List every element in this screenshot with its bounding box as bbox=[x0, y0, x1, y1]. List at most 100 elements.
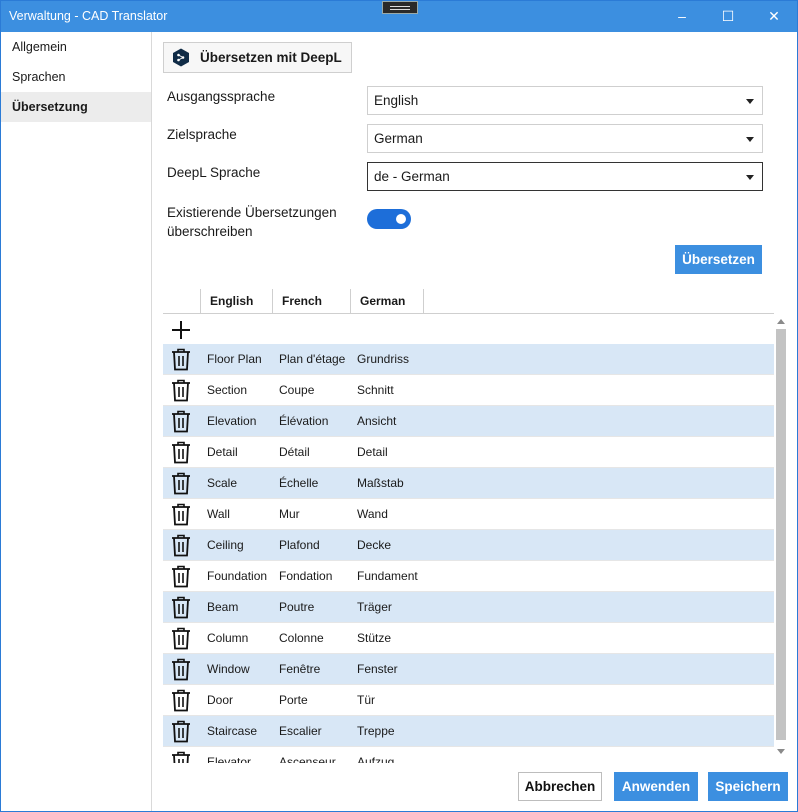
cell-french[interactable]: Élévation bbox=[279, 406, 355, 437]
cell-german[interactable]: Träger bbox=[357, 592, 477, 623]
table-row[interactable]: Ceiling Plafond Decke bbox=[163, 530, 774, 561]
cell-english[interactable]: Section bbox=[207, 375, 277, 406]
column-header-french[interactable]: French bbox=[272, 289, 350, 314]
table-row[interactable]: Scale Échelle Maßstab bbox=[163, 468, 774, 499]
cell-german[interactable]: Schnitt bbox=[357, 375, 477, 406]
cell-english[interactable]: Wall bbox=[207, 499, 277, 530]
delete-row-icon[interactable] bbox=[171, 689, 191, 712]
cell-german[interactable]: Detail bbox=[357, 437, 477, 468]
cell-french[interactable]: Fenêtre bbox=[279, 654, 355, 685]
cell-french[interactable]: Échelle bbox=[279, 468, 355, 499]
table-row[interactable]: Beam Poutre Träger bbox=[163, 592, 774, 623]
scrollbar-thumb[interactable] bbox=[776, 329, 786, 740]
table-row[interactable]: Staircase Escalier Treppe bbox=[163, 716, 774, 747]
table-row[interactable]: Window Fenêtre Fenster bbox=[163, 654, 774, 685]
table-row[interactable]: Elevation Élévation Ansicht bbox=[163, 406, 774, 437]
cell-english[interactable]: Ceiling bbox=[207, 530, 277, 561]
cell-german[interactable]: Decke bbox=[357, 530, 477, 561]
delete-row-icon[interactable] bbox=[171, 379, 191, 402]
table-row[interactable]: Door Porte Tür bbox=[163, 685, 774, 716]
cell-english[interactable]: Beam bbox=[207, 592, 277, 623]
column-header-english[interactable]: English bbox=[200, 289, 272, 314]
cell-french[interactable]: Mur bbox=[279, 499, 355, 530]
table-row[interactable]: Elevator Ascenseur Aufzug bbox=[163, 747, 774, 763]
cell-french[interactable]: Plafond bbox=[279, 530, 355, 561]
delete-row-icon[interactable] bbox=[171, 534, 191, 557]
cell-french[interactable]: Porte bbox=[279, 685, 355, 716]
delete-row-icon[interactable] bbox=[171, 596, 191, 619]
delete-row-icon[interactable] bbox=[171, 658, 191, 681]
delete-row-icon[interactable] bbox=[171, 751, 191, 763]
delete-row-icon[interactable] bbox=[171, 720, 191, 743]
cell-english[interactable]: Detail bbox=[207, 437, 277, 468]
cell-english[interactable]: Door bbox=[207, 685, 277, 716]
cell-german[interactable]: Maßstab bbox=[357, 468, 477, 499]
cell-german[interactable]: Wand bbox=[357, 499, 477, 530]
cell-german[interactable]: Treppe bbox=[357, 716, 477, 747]
cell-german[interactable]: Fenster bbox=[357, 654, 477, 685]
table-row[interactable]: Column Colonne Stütze bbox=[163, 623, 774, 654]
overwrite-toggle[interactable] bbox=[367, 209, 411, 229]
cell-english[interactable]: Floor Plan bbox=[207, 344, 277, 375]
maximize-button[interactable]: ☐ bbox=[705, 1, 751, 32]
delete-row-icon[interactable] bbox=[171, 348, 191, 371]
save-button[interactable]: Speichern bbox=[708, 772, 788, 801]
deepl-language-select[interactable]: de - German bbox=[367, 162, 763, 191]
cell-english[interactable]: Window bbox=[207, 654, 277, 685]
delete-row-icon[interactable] bbox=[171, 565, 191, 588]
add-row-icon[interactable] bbox=[171, 320, 191, 340]
cell-english[interactable]: Column bbox=[207, 623, 277, 654]
cell-english[interactable]: Elevation bbox=[207, 406, 277, 437]
translation-table-body: Floor Plan Plan d'étage Grundriss Section Co… bbox=[163, 344, 774, 763]
cell-french[interactable]: Coupe bbox=[279, 375, 355, 406]
target-language-select[interactable]: German bbox=[367, 124, 763, 153]
table-row[interactable]: Section Coupe Schnitt bbox=[163, 375, 774, 406]
delete-row-icon[interactable] bbox=[171, 410, 191, 433]
source-language-select[interactable]: English bbox=[367, 86, 763, 115]
cell-french[interactable]: Détail bbox=[279, 437, 355, 468]
scroll-up-icon[interactable] bbox=[777, 319, 785, 324]
close-button[interactable]: ✕ bbox=[751, 1, 797, 32]
scroll-down-icon[interactable] bbox=[777, 749, 785, 754]
cell-german[interactable]: Tür bbox=[357, 685, 477, 716]
table-row[interactable]: Foundation Fondation Fundament bbox=[163, 561, 774, 592]
column-header-german[interactable]: German bbox=[350, 289, 423, 314]
cell-german[interactable]: Aufzug bbox=[357, 747, 477, 763]
cell-english[interactable]: Elevator bbox=[207, 747, 277, 763]
table-row[interactable]: Wall Mur Wand bbox=[163, 499, 774, 530]
chevron-down-icon bbox=[746, 99, 754, 104]
title-bar[interactable]: Verwaltung - CAD Translator – ☐ ✕ bbox=[1, 1, 797, 32]
cell-french[interactable]: Poutre bbox=[279, 592, 355, 623]
translate-with-deepl-button[interactable]: Übersetzen mit DeepL bbox=[163, 42, 352, 73]
apply-button[interactable]: Anwenden bbox=[614, 772, 698, 801]
cell-english[interactable]: Staircase bbox=[207, 716, 277, 747]
cell-german[interactable]: Grundriss bbox=[357, 344, 477, 375]
sidebar-item-uebersetzung[interactable]: Übersetzung bbox=[1, 92, 151, 122]
table-row[interactable]: Detail Détail Detail bbox=[163, 437, 774, 468]
minimize-button[interactable]: – bbox=[659, 1, 705, 32]
cell-french[interactable]: Colonne bbox=[279, 623, 355, 654]
drag-handle-icon[interactable] bbox=[382, 1, 418, 14]
delete-row-icon[interactable] bbox=[171, 441, 191, 464]
table-row[interactable]: Floor Plan Plan d'étage Grundriss bbox=[163, 344, 774, 375]
sidebar-item-allgemein[interactable]: Allgemein bbox=[1, 32, 151, 62]
cell-english[interactable]: Scale bbox=[207, 468, 277, 499]
cell-german[interactable]: Stütze bbox=[357, 623, 477, 654]
settings-window: Verwaltung - CAD Translator – ☐ ✕ Allgem… bbox=[0, 0, 798, 812]
cell-french[interactable]: Plan d'étage bbox=[279, 344, 355, 375]
delete-row-icon[interactable] bbox=[171, 472, 191, 495]
cell-french[interactable]: Ascenseur bbox=[279, 747, 355, 763]
cell-english[interactable]: Foundation bbox=[207, 561, 277, 592]
sidebar-item-sprachen[interactable]: Sprachen bbox=[1, 62, 151, 92]
cancel-button[interactable]: Abbrechen bbox=[518, 772, 602, 801]
translate-button[interactable]: Übersetzen bbox=[675, 245, 762, 274]
cell-french[interactable]: Escalier bbox=[279, 716, 355, 747]
toggle-knob bbox=[396, 214, 406, 224]
delete-row-icon[interactable] bbox=[171, 627, 191, 650]
cell-german[interactable]: Ansicht bbox=[357, 406, 477, 437]
table-scrollbar[interactable] bbox=[774, 319, 788, 760]
delete-row-icon[interactable] bbox=[171, 503, 191, 526]
cell-french[interactable]: Fondation bbox=[279, 561, 355, 592]
overwrite-label-line1: Existierende Übersetzungen bbox=[167, 205, 337, 220]
cell-german[interactable]: Fundament bbox=[357, 561, 477, 592]
